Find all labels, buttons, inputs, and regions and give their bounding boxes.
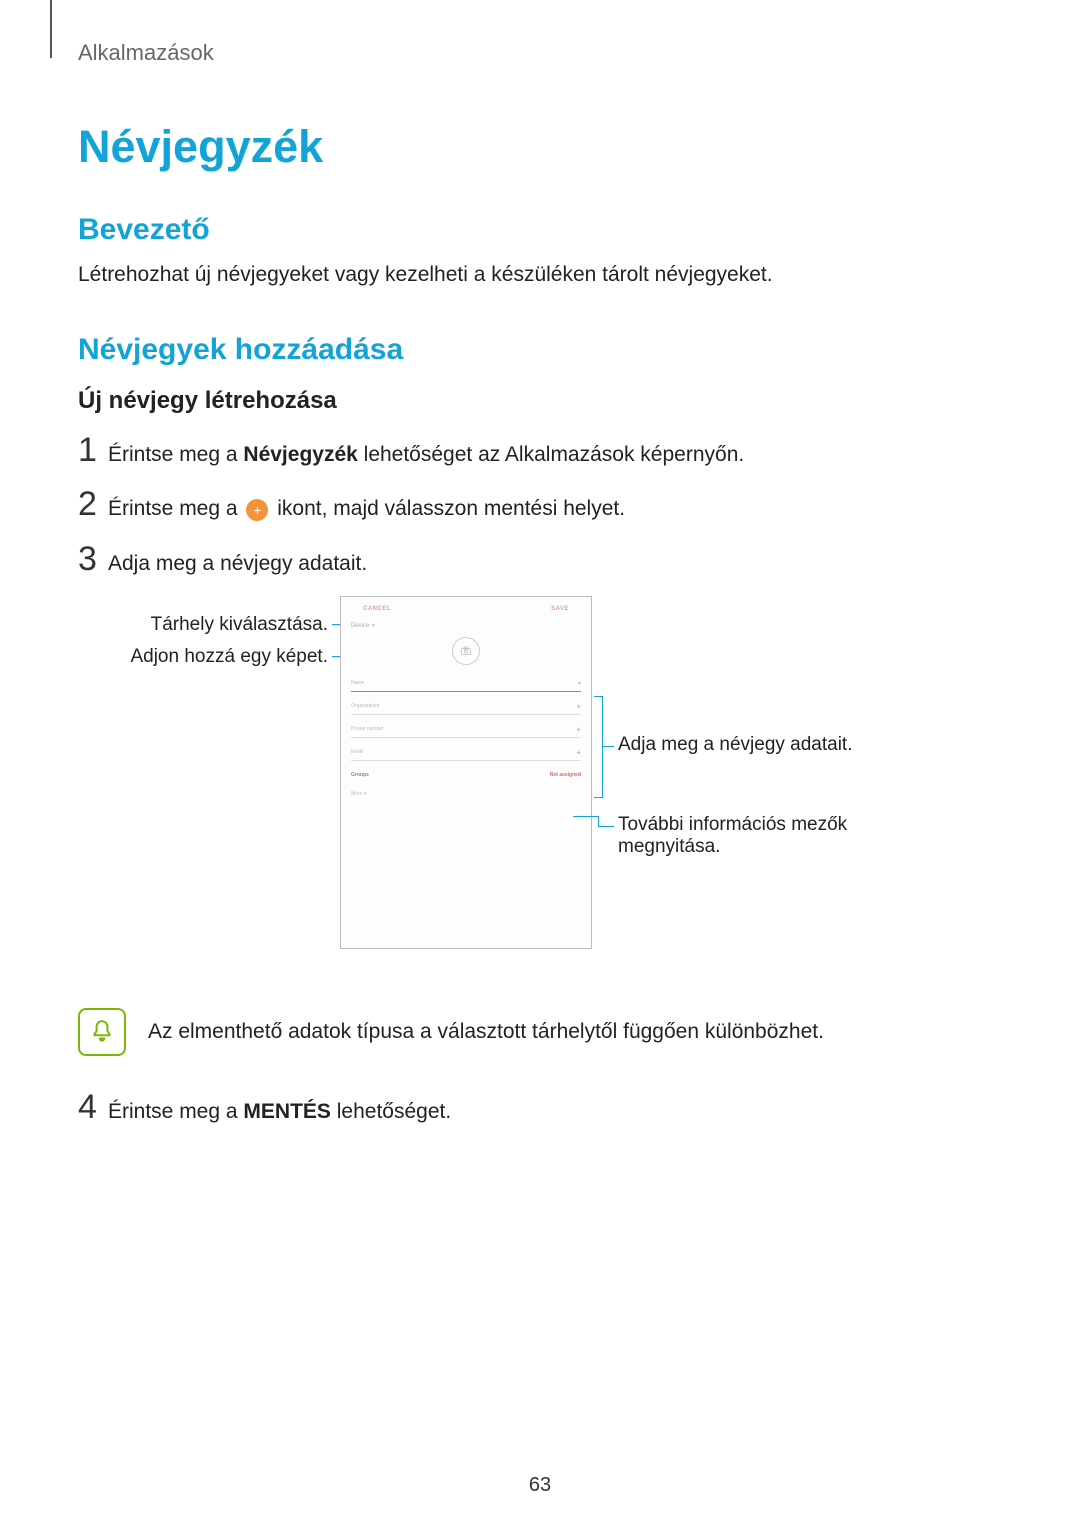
mock-cancel: CANCEL bbox=[363, 606, 391, 612]
section-add-heading: Névjegyek hozzáadása bbox=[78, 333, 1002, 367]
step-1-bold: Névjegyzék bbox=[243, 443, 357, 466]
step-3: 3 Adja meg a névjegy adatait. bbox=[78, 542, 1002, 578]
camera-icon bbox=[452, 637, 480, 665]
mock-not-assigned: Not assigned bbox=[550, 772, 581, 778]
note: Az elmenthető adatok típusa a választott… bbox=[78, 1008, 1002, 1056]
side-rule bbox=[50, 0, 52, 58]
page-title: Névjegyzék bbox=[78, 121, 1002, 173]
step-3-text: Adja meg a névjegy adatait. bbox=[108, 549, 367, 578]
mock-name-label: Name bbox=[351, 680, 364, 686]
mock-screen: CANCEL SAVE Device Name ▾ Organisation + P… bbox=[340, 596, 592, 949]
mock-more-label: More bbox=[351, 791, 362, 797]
step-number: 1 bbox=[78, 433, 108, 467]
mock-phone-label: Phone number bbox=[351, 726, 384, 732]
step-4-post: lehetőséget. bbox=[331, 1100, 451, 1123]
callout-line bbox=[573, 816, 598, 817]
callout-image: Adjon hozzá egy képet. bbox=[128, 646, 328, 668]
callout-more-fields: További információs mezők megnyitása. bbox=[618, 814, 898, 858]
step-2: 2 Érintse meg a + ikont, majd válasszon … bbox=[78, 487, 1002, 523]
plus-small-icon: + bbox=[576, 748, 581, 757]
intro-text: Létrehozhat új névjegyeket vagy kezelhet… bbox=[78, 263, 1002, 287]
step-4-bold: MENTÉS bbox=[243, 1100, 331, 1123]
step-2-post: ikont, majd válasszon mentési helyet. bbox=[271, 497, 625, 520]
callout-storage: Tárhely kiválasztása. bbox=[138, 614, 328, 636]
mock-org-label: Organisation bbox=[351, 703, 379, 709]
breadcrumb: Alkalmazások bbox=[78, 40, 1002, 66]
callout-enter-data: Adja meg a névjegy adatait. bbox=[618, 734, 853, 756]
mock-groups-label: Groups bbox=[351, 772, 369, 778]
step-number: 3 bbox=[78, 542, 108, 576]
chevron-down-icon: ▾ bbox=[578, 680, 581, 687]
callout-line bbox=[598, 816, 599, 826]
step-4: 4 Érintse meg a MENTÉS lehetőséget. bbox=[78, 1090, 1002, 1126]
plus-small-icon: + bbox=[576, 725, 581, 734]
step-4-pre: Érintse meg a bbox=[108, 1100, 243, 1123]
note-text: Az elmenthető adatok típusa a választott… bbox=[148, 1020, 824, 1044]
mock-storage: Device bbox=[341, 621, 591, 635]
plus-small-icon: + bbox=[576, 702, 581, 711]
chevron-down-icon: ▾ bbox=[364, 791, 367, 797]
callout-line bbox=[598, 826, 614, 827]
callout-bracket bbox=[594, 696, 603, 798]
mock-save: SAVE bbox=[551, 606, 569, 612]
step-number: 2 bbox=[78, 487, 108, 521]
subsection-heading: Új névjegy létrehozása bbox=[78, 387, 1002, 415]
step-2-pre: Érintse meg a bbox=[108, 497, 243, 520]
section-intro-heading: Bevezető bbox=[78, 213, 1002, 247]
step-number: 4 bbox=[78, 1090, 108, 1124]
mock-email-label: Email bbox=[351, 749, 364, 755]
step-1-pre: Érintse meg a bbox=[108, 443, 243, 466]
plus-icon: + bbox=[246, 499, 268, 521]
step-1: 1 Érintse meg a Névjegyzék lehetőséget a… bbox=[78, 433, 1002, 469]
page-number: 63 bbox=[0, 1474, 1080, 1497]
bell-icon bbox=[78, 1008, 126, 1056]
step-1-post: lehetőséget az Alkalmazások képernyőn. bbox=[358, 443, 744, 466]
diagram: Tárhely kiválasztása. Adjon hozzá egy ké… bbox=[78, 596, 1002, 986]
callout-line bbox=[602, 746, 614, 747]
